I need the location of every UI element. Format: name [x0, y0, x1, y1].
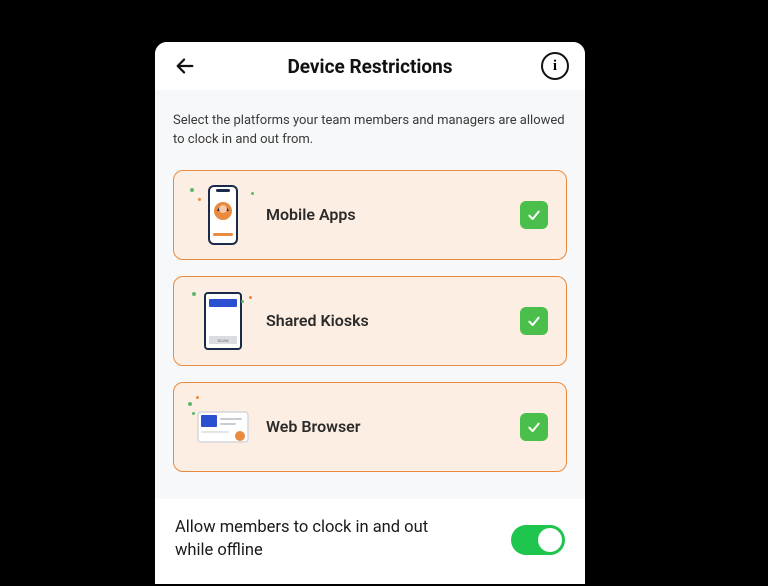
page-title: Device Restrictions — [287, 55, 452, 78]
option-label: Shared Kiosks — [266, 311, 520, 330]
offline-setting-label: Allow members to clock in and out while … — [175, 517, 465, 562]
mobile-apps-illustration — [188, 184, 258, 246]
option-checkbox[interactable] — [520, 201, 548, 229]
option-label: Web Browser — [266, 417, 520, 436]
option-label: Mobile Apps — [266, 205, 520, 224]
info-button[interactable]: i — [541, 52, 569, 80]
toggle-knob — [538, 528, 562, 552]
header-bar: Device Restrictions i — [155, 42, 585, 90]
option-checkbox[interactable] — [520, 413, 548, 441]
option-mobile-apps[interactable]: Mobile Apps — [173, 170, 567, 260]
device-restrictions-screen: Device Restrictions i Select the platfor… — [155, 42, 585, 584]
info-icon: i — [553, 58, 557, 75]
option-checkbox[interactable] — [520, 307, 548, 335]
back-button[interactable] — [171, 52, 199, 80]
arrow-left-icon — [174, 55, 196, 77]
offline-toggle[interactable] — [511, 525, 565, 555]
svg-text:SCAN: SCAN — [217, 338, 228, 343]
option-web-browser[interactable]: Web Browser — [173, 382, 567, 472]
check-icon — [526, 207, 542, 223]
content-area: Select the platforms your team members a… — [155, 90, 585, 499]
shared-kiosks-illustration: SCAN — [188, 290, 258, 352]
check-icon — [526, 313, 542, 329]
web-browser-illustration — [188, 396, 258, 458]
option-shared-kiosks[interactable]: SCAN Shared Kiosks — [173, 276, 567, 366]
check-icon — [526, 419, 542, 435]
offline-setting-row: Allow members to clock in and out while … — [155, 499, 585, 584]
description-text: Select the platforms your team members a… — [173, 112, 567, 150]
